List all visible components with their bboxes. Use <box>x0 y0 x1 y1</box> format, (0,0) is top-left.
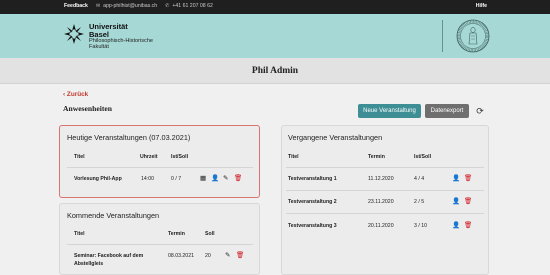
event-date: 20.11.2020 <box>368 223 394 229</box>
user-check-icon[interactable]: 👤 <box>452 198 460 205</box>
column-header-title: Titel <box>288 154 299 160</box>
mail-icon: ✉ <box>95 3 101 9</box>
trash-icon[interactable]: 🗑 <box>464 175 472 182</box>
event-ratio: 4 / 4 <box>414 176 425 182</box>
trash-icon[interactable]: 🗑 <box>464 198 472 205</box>
today-events-card: Heutige Veranstaltungen (07.03.2021) Tit… <box>59 125 260 198</box>
event-title: Testveranstaltung 3 <box>288 223 337 229</box>
chevron-left-icon: ‹ <box>63 91 66 98</box>
event-title: Testveranstaltung 2 <box>288 199 337 205</box>
qr-code-icon[interactable]: ▦ <box>200 175 206 182</box>
user-check-icon[interactable]: 👤 <box>211 175 219 182</box>
today-events-title: Heutige Veranstaltungen (07.03.2021) <box>67 133 191 142</box>
edit-icon[interactable]: ✎ <box>223 175 228 182</box>
trash-icon[interactable]: 🗑 <box>234 175 242 182</box>
top-bar: Feedback ✉ app-philhist@unibas.ch ✆ +41 … <box>0 0 550 14</box>
edit-icon[interactable]: ✎ <box>225 252 230 259</box>
phone-text: +41 61 207 08 62 <box>172 3 213 9</box>
new-event-button[interactable]: Neue Veranstaltung <box>358 104 421 118</box>
past-events-card: Vergangene Veranstaltungen Titel Termin … <box>281 125 489 275</box>
row-divider <box>286 213 484 214</box>
university-name[interactable]: Universität Basel Philosophisch-Historis… <box>89 23 153 50</box>
brand-divider <box>442 20 443 52</box>
university-seal-icon <box>456 19 490 53</box>
event-title: Vorlesung Phil-App <box>74 176 122 182</box>
university-logo-icon[interactable] <box>63 23 85 45</box>
brand-header: Universität Basel Philosophisch-Historis… <box>0 14 550 58</box>
trash-icon[interactable]: 🗑 <box>464 222 472 229</box>
event-date: 11.12.2020 <box>368 176 394 182</box>
email-text: app-philhist@unibas.ch <box>103 3 158 9</box>
app-title: Phil Admin <box>251 66 299 76</box>
data-export-button[interactable]: Datenexport <box>425 104 469 118</box>
column-header-date: Termin <box>168 231 185 237</box>
upcoming-events-title: Kommende Veranstaltungen <box>67 211 160 220</box>
event-title: Testveranstaltung 1 <box>288 176 337 182</box>
column-header-target: Soll <box>205 231 215 237</box>
email-link[interactable]: ✉ app-philhist@unibas.ch <box>96 3 157 9</box>
event-ratio: 2 / 5 <box>414 199 425 205</box>
app-header: Phil Admin <box>0 58 550 84</box>
event-title-line-1: Seminar: Facebook auf dem <box>74 253 144 259</box>
back-link[interactable]: ‹ Zurück <box>63 91 88 98</box>
column-header-ratio: Ist/Soll <box>414 154 432 160</box>
top-bar-left: Feedback ✉ app-philhist@unibas.ch ✆ +41 … <box>64 3 221 9</box>
column-header-title: Titel <box>74 154 85 160</box>
phone-icon: ✆ <box>165 3 170 9</box>
event-ratio: 3 / 10 <box>414 223 427 229</box>
event-date: 08.03.2021 <box>168 253 194 259</box>
event-ratio: 0 / 7 <box>171 176 182 182</box>
faculty-line-2: Fakultät <box>89 43 109 50</box>
help-link[interactable]: Hilfe <box>476 3 487 9</box>
trash-icon[interactable]: 🗑 <box>236 252 244 259</box>
event-time: 14:00 <box>141 176 154 182</box>
row-divider <box>286 190 484 191</box>
event-title-line-2: Abstellgleis <box>74 261 104 267</box>
refresh-icon[interactable]: ⟳ <box>475 104 485 118</box>
event-target: 20 <box>205 253 211 259</box>
user-check-icon[interactable]: 👤 <box>452 175 460 182</box>
table-divider <box>286 167 484 168</box>
table-divider <box>67 167 253 168</box>
feedback-link[interactable]: Feedback <box>64 3 88 9</box>
page-title: Anwesenheiten <box>63 104 112 113</box>
column-header-ratio: Ist/Soll <box>171 154 189 160</box>
back-label: Zurück <box>66 91 89 98</box>
user-check-icon[interactable]: 👤 <box>452 222 460 229</box>
column-header-date: Termin <box>368 154 385 160</box>
phone-link[interactable]: ✆ +41 61 207 08 62 <box>165 3 213 9</box>
table-divider <box>67 244 253 245</box>
column-header-title: Titel <box>74 231 85 237</box>
upcoming-events-card: Kommende Veranstaltungen Titel Termin So… <box>59 203 260 275</box>
past-events-title: Vergangene Veranstaltungen <box>288 133 383 142</box>
column-header-time: Uhrzeit <box>140 154 158 160</box>
event-date: 23.11.2020 <box>368 199 394 205</box>
